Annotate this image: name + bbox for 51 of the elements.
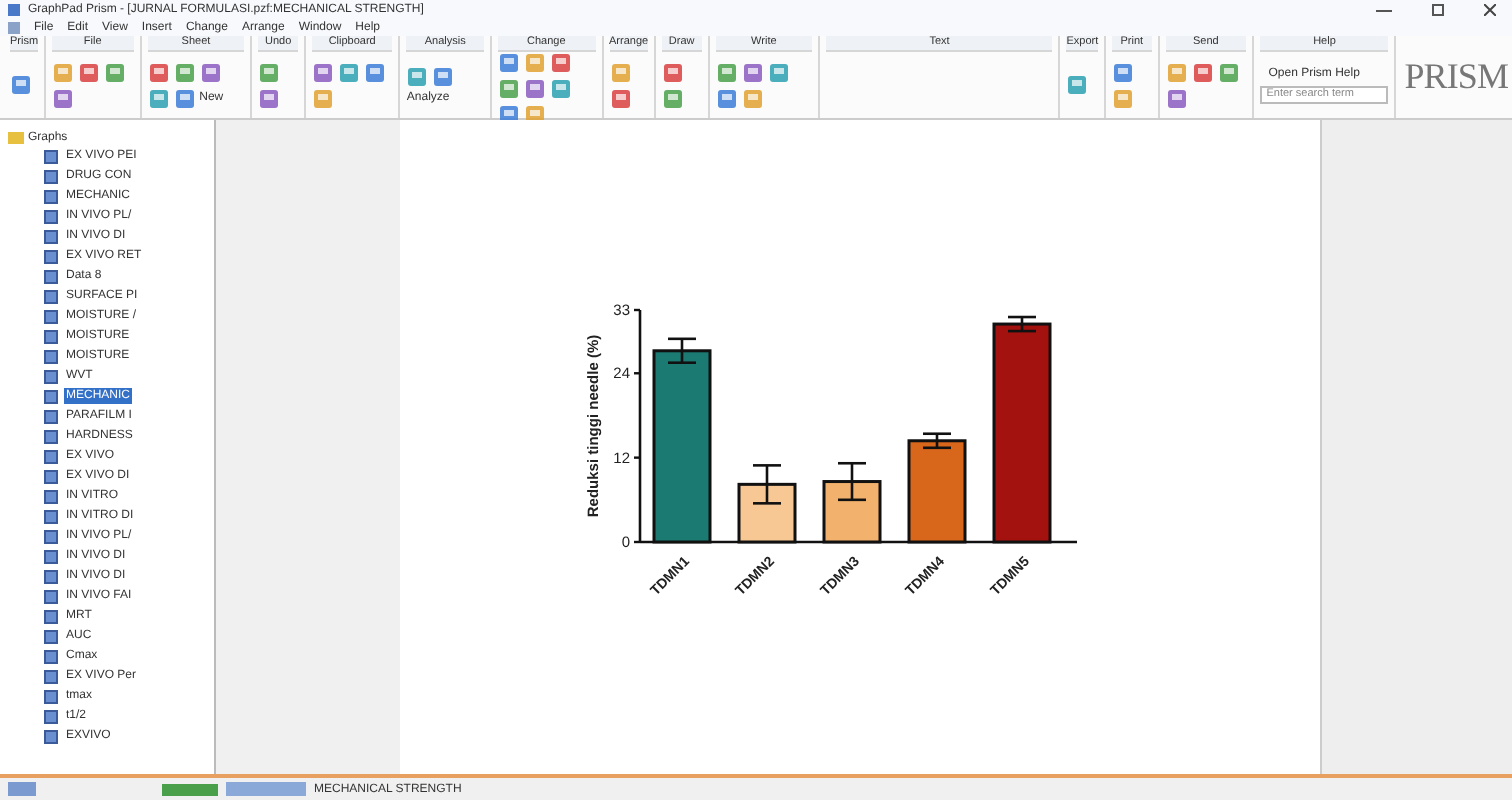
- minimize-button[interactable]: [1376, 9, 1392, 11]
- toolbar-icon[interactable]: [523, 78, 546, 100]
- toolbar-icon[interactable]: [1165, 61, 1188, 83]
- toolbar-icon[interactable]: [199, 61, 222, 83]
- toolbar-icon[interactable]: [1217, 61, 1240, 83]
- toolbar-icon[interactable]: [406, 66, 429, 88]
- toolbar-icon[interactable]: [497, 52, 520, 74]
- error-bar: [838, 461, 866, 502]
- toolbar-icon[interactable]: [104, 61, 127, 83]
- toolbar-icon[interactable]: [1165, 87, 1188, 109]
- toolbar-icon[interactable]: [549, 52, 572, 74]
- toolbar-icon[interactable]: [523, 52, 546, 74]
- toolbar-icon[interactable]: [432, 66, 455, 88]
- toolbar-icon[interactable]: [258, 61, 281, 83]
- toolbar-icon[interactable]: [363, 61, 386, 83]
- error-bar: [753, 464, 781, 505]
- app-icon: [8, 4, 20, 16]
- toolbar-icon[interactable]: [609, 61, 632, 83]
- toolbar-icon[interactable]: [173, 61, 196, 83]
- toolbar-icon[interactable]: [52, 87, 75, 109]
- toolbar-icon[interactable]: [52, 61, 75, 83]
- toolbar-icon[interactable]: [715, 61, 738, 83]
- folder-icon: [8, 131, 24, 143]
- error-bar: [668, 337, 696, 365]
- toolbar-icon[interactable]: [741, 87, 764, 109]
- toolbar-icon[interactable]: [1066, 74, 1089, 96]
- toolbar-icon[interactable]: [10, 74, 32, 96]
- toolbar-icon[interactable]: [147, 61, 170, 83]
- toolbar-icon[interactable]: [662, 87, 685, 109]
- toolbar-icon[interactable]: [715, 87, 738, 109]
- toolbar-icon[interactable]: [662, 61, 685, 83]
- toolbar-icon[interactable]: [311, 61, 334, 83]
- logo: PRISM: [1404, 54, 1509, 100]
- toolbar-icon[interactable]: [78, 61, 101, 83]
- toolbar-icon[interactable]: [1191, 61, 1214, 83]
- toolbar-icon[interactable]: [497, 78, 520, 100]
- toolbar-icon[interactable]: [337, 61, 360, 83]
- toolbar-icon[interactable]: [258, 87, 281, 109]
- toolbar-icon[interactable]: [609, 87, 632, 109]
- toolbar-icon[interactable]: [147, 87, 170, 109]
- error-bar: [1008, 315, 1036, 333]
- maximize-button[interactable]: [1432, 4, 1444, 16]
- toolbar-icon[interactable]: [173, 87, 196, 109]
- toolbar-icon[interactable]: [311, 87, 334, 109]
- toolbar-icon[interactable]: [767, 61, 790, 83]
- toolbar-icon[interactable]: [1112, 87, 1135, 109]
- toolbar-icon[interactable]: [1112, 61, 1135, 83]
- toolbar-icon[interactable]: [549, 78, 572, 100]
- error-bar: [923, 432, 951, 450]
- close-icon[interactable]: [1484, 4, 1496, 16]
- toolbar-icon[interactable]: [741, 61, 764, 83]
